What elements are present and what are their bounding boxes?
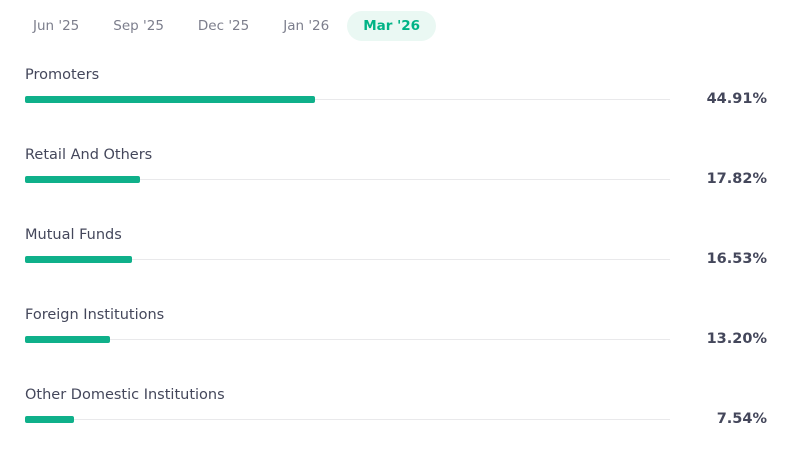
- holding-row-other-domestic-institutions: Other Domestic Institutions 7.54%: [0, 387, 795, 467]
- holding-label: Promoters: [25, 67, 100, 83]
- holding-label: Foreign Institutions: [25, 307, 165, 323]
- holding-bar: [25, 256, 132, 263]
- tab-mar-26[interactable]: Mar '26: [347, 11, 437, 41]
- holding-bar: [25, 416, 74, 423]
- holding-track: [25, 339, 670, 340]
- holding-bar: [25, 96, 315, 103]
- holding-label: Mutual Funds: [25, 227, 122, 243]
- holding-value: 13.20%: [706, 331, 767, 347]
- period-tabs: Jun '25 Sep '25 Dec '25 Jan '26 Mar '26: [17, 11, 438, 41]
- holding-row-promoters: Promoters 44.91%: [0, 67, 795, 147]
- tab-dec-25[interactable]: Dec '25: [182, 11, 265, 41]
- holding-label: Retail And Others: [25, 147, 153, 163]
- holding-value: 16.53%: [706, 251, 767, 267]
- holding-bar: [25, 176, 140, 183]
- holding-row-mutual-funds: Mutual Funds 16.53%: [0, 227, 795, 307]
- tab-jun-25[interactable]: Jun '25: [17, 11, 95, 41]
- holding-bar: [25, 336, 111, 343]
- holding-row-retail-and-others: Retail And Others 17.82%: [0, 147, 795, 227]
- tab-sep-25[interactable]: Sep '25: [97, 11, 180, 41]
- tab-jan-26[interactable]: Jan '26: [267, 11, 345, 41]
- holding-label: Other Domestic Institutions: [25, 387, 225, 403]
- holding-track: [25, 419, 670, 420]
- holding-value: 7.54%: [716, 411, 767, 427]
- holding-row-foreign-institutions: Foreign Institutions 13.20%: [0, 307, 795, 387]
- holding-value: 17.82%: [706, 171, 767, 187]
- holding-value: 44.91%: [706, 91, 767, 107]
